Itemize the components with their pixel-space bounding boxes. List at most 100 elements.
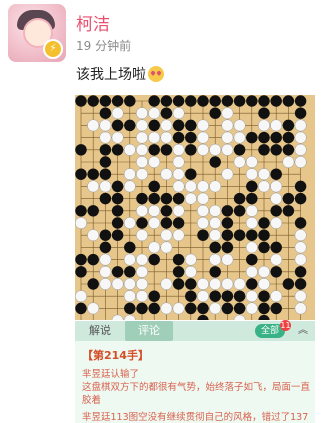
black-stone	[111, 192, 124, 205]
white-stone	[160, 302, 173, 315]
white-stone	[209, 204, 222, 217]
post-time: 19 分钟前	[76, 39, 132, 53]
black-stone	[221, 241, 234, 254]
white-stone	[209, 217, 222, 229]
black-stone	[75, 302, 87, 315]
white-stone	[99, 278, 112, 290]
white-stone	[294, 143, 307, 156]
white-stone	[245, 217, 258, 229]
black-stone	[246, 95, 258, 107]
tab-comment[interactable]: 评论	[125, 321, 173, 341]
tab-explain[interactable]: 解说	[79, 321, 121, 341]
white-stone	[197, 290, 209, 303]
white-stone	[245, 265, 258, 278]
black-stone	[136, 192, 148, 205]
black-stone	[197, 229, 209, 241]
white-stone	[87, 229, 100, 242]
black-stone	[294, 180, 307, 193]
white-stone	[75, 290, 87, 303]
white-stone	[184, 253, 197, 266]
black-stone	[258, 131, 270, 144]
black-stone	[258, 229, 270, 241]
black-stone	[75, 168, 87, 180]
black-stone	[87, 168, 99, 180]
black-stone	[124, 95, 136, 107]
black-stone	[221, 302, 234, 315]
go-board[interactable]	[75, 95, 315, 320]
black-stone	[209, 266, 221, 278]
white-stone	[270, 253, 283, 266]
black-stone	[111, 205, 124, 217]
white-stone	[294, 229, 307, 242]
white-stone	[172, 229, 185, 242]
black-stone	[75, 266, 87, 278]
white-stone	[136, 278, 148, 290]
black-stone	[99, 144, 112, 156]
white-stone	[245, 241, 258, 254]
black-stone	[160, 217, 173, 229]
black-stone	[99, 107, 112, 119]
white-stone	[258, 278, 270, 290]
black-stone	[99, 192, 112, 205]
black-stone	[294, 278, 307, 290]
black-stone	[221, 95, 234, 107]
black-stone	[148, 180, 160, 193]
white-stone	[172, 156, 185, 168]
white-stone	[136, 290, 148, 303]
black-stone	[124, 302, 136, 315]
white-stone	[221, 131, 234, 144]
black-stone	[160, 95, 173, 107]
white-stone	[148, 241, 161, 254]
black-stone	[99, 241, 112, 254]
white-stone	[294, 302, 307, 315]
white-stone	[123, 143, 136, 156]
black-stone	[172, 278, 185, 290]
black-stone	[270, 144, 282, 156]
comment-line-2: 这盘棋双方下的都很有气势，始终落子如飞，局面一直胶着	[82, 382, 311, 406]
black-stone	[99, 95, 112, 107]
black-stone	[172, 95, 185, 107]
username[interactable]: 柯洁	[76, 10, 110, 35]
white-stone	[221, 253, 234, 266]
white-stone	[270, 119, 283, 132]
black-stone	[185, 302, 197, 315]
black-stone	[185, 168, 197, 180]
white-stone	[233, 314, 246, 320]
black-stone	[99, 168, 112, 180]
game-tabs: 解说 评论 全部 11 ︽	[75, 320, 315, 341]
black-stone	[209, 290, 221, 302]
black-stone	[172, 217, 185, 229]
game-card[interactable]: 解说 评论 全部 11 ︽ 【第214手】 芈昱廷认输了 这盘棋双方下的都很有气…	[75, 95, 315, 423]
white-stone	[123, 180, 136, 193]
black-stone	[209, 156, 221, 168]
black-stone	[148, 253, 160, 266]
white-stone	[99, 131, 112, 144]
white-stone	[148, 107, 161, 120]
go-board-svg	[75, 95, 307, 320]
black-stone	[87, 205, 99, 217]
black-stone	[209, 241, 221, 254]
chevron-up-icon[interactable]: ︽	[295, 321, 311, 341]
white-stone	[294, 119, 307, 132]
black-stone	[221, 205, 234, 217]
white-stone	[197, 119, 209, 132]
black-stone	[258, 302, 270, 315]
user-avatar[interactable]: ⚡	[8, 4, 66, 62]
white-stone	[87, 180, 100, 193]
black-stone	[258, 107, 270, 119]
black-stone	[246, 229, 258, 241]
white-stone	[172, 204, 185, 217]
white-stone	[209, 278, 222, 290]
black-stone	[282, 192, 295, 205]
white-stone	[270, 180, 283, 193]
black-stone	[282, 205, 295, 217]
black-stone	[124, 119, 136, 132]
black-stone	[75, 253, 87, 266]
black-stone	[233, 192, 246, 205]
white-stone	[123, 314, 136, 320]
black-stone	[246, 180, 258, 193]
black-stone	[99, 229, 112, 241]
black-stone	[172, 266, 185, 278]
white-stone	[123, 290, 136, 303]
white-stone	[136, 143, 148, 156]
